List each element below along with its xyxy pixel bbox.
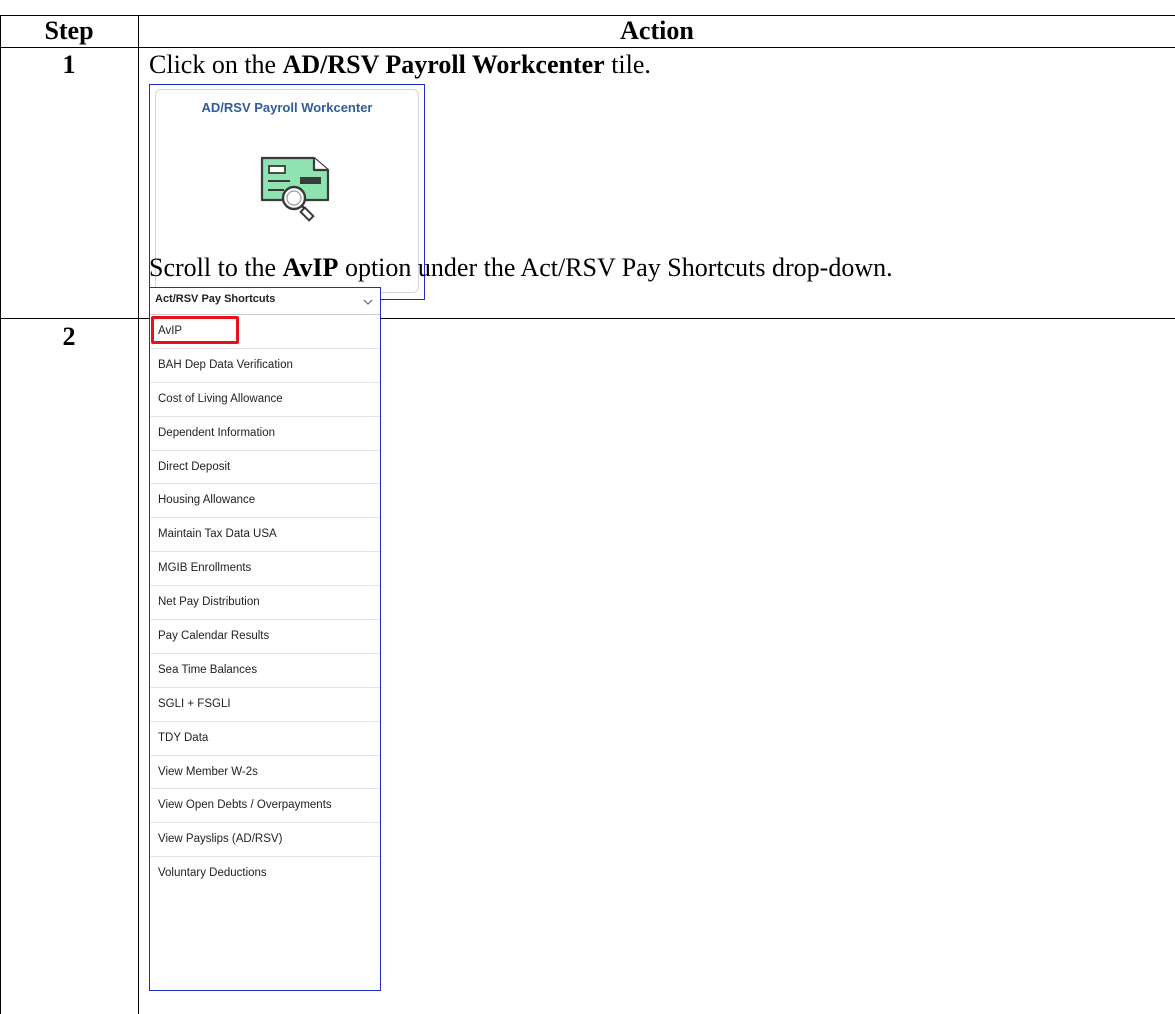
step-1-instruction: Click on the AD/RSV Payroll Workcenter t…: [149, 50, 651, 80]
shortcuts-dropdown-list: AvIP BAH Dep Data Verification Cost of Liv…: [150, 315, 380, 891]
step-2-text-after: option under the Act/RSV Pay Shortcuts d…: [338, 253, 893, 282]
dropdown-item-label: Housing Allowance: [158, 494, 256, 507]
dropdown-item[interactable]: View Member W-2s: [150, 756, 380, 790]
step-1-number: 1: [62, 50, 76, 79]
chevron-down-icon[interactable]: [362, 296, 374, 308]
step-1-text-bold: AD/RSV Payroll Workcenter: [282, 50, 605, 79]
dropdown-item-label: View Member W-2s: [158, 765, 258, 778]
dropdown-item-label: Maintain Tax Data USA: [158, 528, 277, 541]
dropdown-item[interactable]: AvIP: [150, 315, 380, 349]
step-2-text-bold: AvIP: [282, 253, 339, 282]
dropdown-item[interactable]: Pay Calendar Results: [150, 620, 380, 654]
dropdown-item-label: View Payslips (AD/RSV): [158, 833, 283, 846]
dropdown-item[interactable]: TDY Data: [150, 722, 380, 756]
step-1-text-after: tile.: [604, 50, 651, 79]
table-column-divider: [138, 15, 139, 1014]
shortcuts-dropdown-header[interactable]: Act/RSV Pay Shortcuts: [150, 288, 380, 315]
highlight-box: [151, 316, 239, 344]
dropdown-item-label: MGIB Enrollments: [158, 562, 252, 575]
dropdown-item[interactable]: BAH Dep Data Verification: [150, 349, 380, 383]
dropdown-item-label: Direct Deposit: [158, 460, 231, 473]
step-2-number: 2: [62, 322, 76, 351]
table-border-header-bottom: [0, 47, 1175, 48]
dropdown-item[interactable]: Cost of Living Allowance: [150, 383, 380, 417]
dropdown-item[interactable]: Voluntary Deductions: [150, 857, 380, 891]
dropdown-item[interactable]: View Payslips (AD/RSV): [150, 823, 380, 858]
shortcuts-dropdown-label: Act/RSV Pay Shortcuts: [155, 293, 276, 305]
dropdown-item[interactable]: MGIB Enrollments: [150, 552, 380, 587]
dropdown-item-label: Pay Calendar Results: [158, 630, 270, 643]
dropdown-item[interactable]: Net Pay Distribution: [150, 586, 380, 621]
tile-title: AD/RSV Payroll Workcenter: [201, 100, 373, 115]
dropdown-item-label: View Open Debts / Overpayments: [158, 799, 332, 812]
dropdown-item[interactable]: Housing Allowance: [150, 484, 380, 519]
header-action: Action: [620, 16, 694, 45]
dropdown-item-label: Dependent Information: [158, 426, 275, 439]
check-magnifier-icon: [260, 156, 330, 222]
dropdown-item[interactable]: SGLI + FSGLI: [150, 688, 380, 722]
step-2-instruction: Scroll to the AvIP option under the Act/…: [149, 253, 893, 283]
shortcuts-dropdown-screenshot: Act/RSV Pay Shortcuts AvIP BAH Dep Data V…: [149, 287, 381, 991]
header-step: Step: [44, 16, 94, 45]
dropdown-item[interactable]: Maintain Tax Data USA: [150, 518, 380, 553]
dropdown-item-label: Cost of Living Allowance: [158, 392, 283, 405]
dropdown-item[interactable]: Sea Time Balances: [150, 654, 380, 688]
step-1-text-before: Click on the: [149, 50, 283, 79]
table-border-left: [0, 15, 1, 1014]
dropdown-item-label: SGLI + FSGLI: [158, 697, 231, 710]
dropdown-item-label: TDY Data: [158, 731, 209, 744]
dropdown-item-label: Voluntary Deductions: [158, 867, 267, 880]
dropdown-item-label: BAH Dep Data Verification: [158, 358, 293, 371]
step-2-text-before: Scroll to the: [149, 253, 283, 282]
dropdown-item[interactable]: Direct Deposit: [150, 451, 380, 485]
dropdown-item[interactable]: Dependent Information: [150, 417, 380, 451]
dropdown-item-label: Net Pay Distribution: [158, 596, 260, 609]
dropdown-item-label: Sea Time Balances: [158, 663, 258, 676]
dropdown-item[interactable]: View Open Debts / Overpayments: [150, 789, 380, 824]
